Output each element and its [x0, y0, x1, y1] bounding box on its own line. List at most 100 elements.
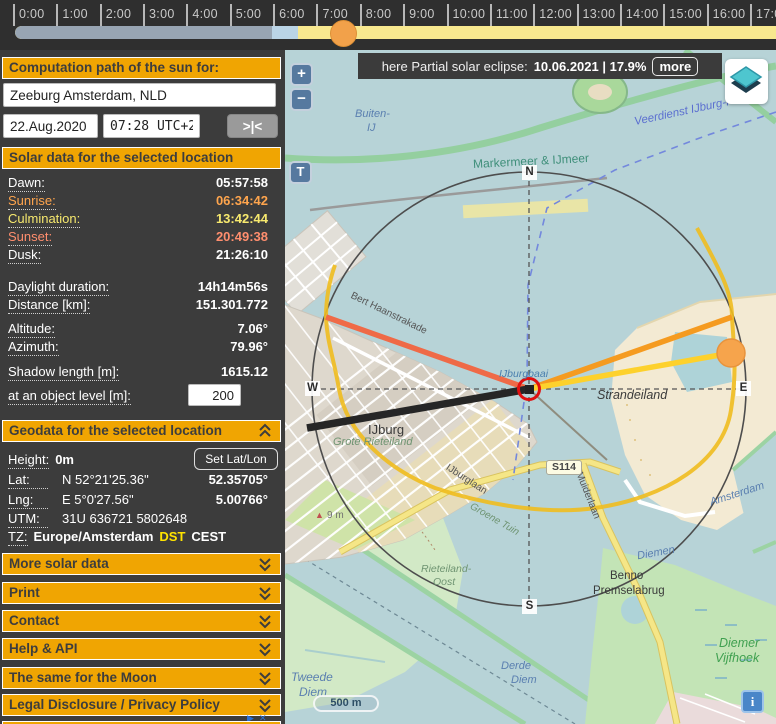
section-more-solar-data[interactable]: More solar data: [2, 553, 281, 575]
timeline-hour-label: 13:00: [583, 7, 616, 21]
timeline-hour-label: 0:00: [19, 7, 45, 21]
eclipse-more-button[interactable]: more: [652, 57, 698, 76]
object-level-label: at an object level [m]:: [8, 387, 131, 405]
compass-north: N: [522, 165, 537, 180]
time-slider-handle[interactable]: [330, 20, 357, 47]
timeline-tick: [707, 4, 709, 26]
road-badge-s114: S114: [546, 460, 582, 475]
lng-row: Lng: E 5°0'27.56" 5.00766°: [0, 491, 282, 509]
dusk-value: 21:26:10: [216, 246, 268, 264]
timeline-tick: [186, 4, 188, 26]
culmination-row: Culmination: 13:42:44: [0, 210, 282, 228]
timeline-hour-label: 1:00: [62, 7, 88, 21]
section-moon[interactable]: The same for the Moon: [2, 667, 281, 689]
layers-icon: [725, 59, 768, 104]
timeline-tick: [533, 4, 535, 26]
eclipse-text: here Partial solar eclipse:: [382, 59, 528, 74]
utm-value: 31U 636721 5802648: [62, 510, 187, 528]
set-latlon-button[interactable]: Set Lat/Lon: [194, 448, 278, 470]
utm-label: UTM:: [8, 510, 48, 528]
dusk-label: Dusk:: [8, 246, 41, 264]
eclipse-value: 10.06.2021 | 17.9%: [534, 59, 647, 74]
scale-bar: 500 m: [313, 695, 379, 712]
expand-down-icon: [258, 641, 272, 663]
timeline-tick: [663, 4, 665, 26]
timeline-tick: [316, 4, 318, 26]
altitude-row: Altitude: 7.06°: [0, 320, 282, 338]
eclipse-banner: here Partial solar eclipse: 10.06.2021 |…: [358, 53, 722, 79]
section-help-api[interactable]: Help & API: [2, 638, 281, 660]
altitude-label: Altitude:: [8, 320, 55, 338]
zoom-out-button[interactable]: −: [290, 88, 313, 111]
timeline-tick: [403, 4, 405, 26]
time-input[interactable]: [103, 114, 200, 138]
sunset-value: 20:49:38: [216, 228, 268, 246]
compass-south: S: [522, 599, 537, 614]
shadow-row: Shadow length [m]: 1615.12: [0, 363, 282, 381]
timeline-hour-label: 6:00: [279, 7, 305, 21]
section-legal[interactable]: Legal Disclosure / Privacy Policy: [2, 694, 281, 716]
section-contact[interactable]: Contact: [2, 610, 281, 632]
altitude-value: 7.06°: [237, 320, 268, 338]
sunset-label: Sunset:: [8, 228, 52, 246]
section-label: The same for the Moon: [9, 670, 157, 685]
azimuth-row: Azimuth: 79.96°: [0, 338, 282, 356]
timeline-tick: [143, 4, 145, 26]
utm-row: UTM: 31U 636721 5802648: [0, 510, 282, 528]
night-segment: [15, 26, 272, 39]
geodata-header[interactable]: Geodata for the selected location: [2, 420, 281, 442]
dst-badge: DST: [159, 528, 185, 546]
reset-time-button[interactable]: >|<: [227, 114, 278, 138]
timeline-hour-label: 7:00: [322, 7, 348, 21]
section-print[interactable]: Print: [2, 582, 281, 604]
sun-disc[interactable]: [717, 339, 745, 367]
dawn-label: Dawn:: [8, 174, 45, 192]
tz-abbr: CEST: [191, 528, 226, 546]
lng-decimal-value: 5.00766°: [216, 491, 268, 509]
time-slider-track[interactable]: [15, 26, 776, 39]
height-value: 0m: [55, 451, 74, 469]
timeline-hour-label: 11:00: [496, 7, 528, 21]
timeline-hour-label: 15:00: [669, 7, 702, 21]
culmination-label: Culmination:: [8, 210, 80, 228]
timeline-hour-label: 14:00: [626, 7, 659, 21]
section-label: Print: [9, 585, 40, 600]
terrain-button[interactable]: T: [289, 161, 312, 184]
dawn-row: Dawn: 05:57:58: [0, 174, 282, 192]
section-label: Legal Disclosure / Privacy Policy: [9, 697, 220, 712]
section-label: Help & API: [9, 641, 78, 656]
expand-down-icon: [258, 556, 272, 578]
daylight-row: Daylight duration: 14h14m56s: [0, 278, 282, 296]
tz-value: Europe/Amsterdam: [34, 528, 154, 546]
layers-button[interactable]: [725, 59, 768, 104]
section-label: Contact: [9, 613, 59, 628]
info-button[interactable]: i: [741, 690, 764, 713]
object-level-input[interactable]: [188, 384, 241, 406]
computation-header: Computation path of the sun for:: [2, 57, 281, 79]
timeline-hour-label: 5:00: [236, 7, 262, 21]
twilight-segment: [272, 26, 298, 39]
sunrise-value: 06:34:42: [216, 192, 268, 210]
timeline-tick: [100, 4, 102, 26]
timeline-tick: [230, 4, 232, 26]
solar-data-title: Solar data for the selected location: [9, 150, 233, 165]
pampus-fort: [588, 84, 612, 100]
timeline-tick: [360, 4, 362, 26]
tz-row: TZ: Europe/Amsterdam DST CEST: [0, 528, 282, 546]
dawn-value: 05:57:58: [216, 174, 268, 192]
timeline-hour-label: 16:00: [713, 7, 746, 21]
lat-decimal-value: 52.35705°: [209, 471, 268, 489]
location-marker: [525, 385, 534, 394]
expand-down-icon: [258, 613, 272, 635]
sidebar: Computation path of the sun for: >|< Sol…: [0, 50, 284, 724]
location-input[interactable]: [3, 83, 276, 107]
zoom-in-button[interactable]: +: [290, 63, 313, 86]
computation-title: Computation path of the sun for:: [9, 60, 219, 75]
shadow-value: 1615.12: [221, 363, 268, 381]
date-input[interactable]: [3, 114, 98, 138]
distance-value: 151.301.772: [196, 296, 268, 314]
map-canvas[interactable]: Buiten- IJ Markermeer & IJmeer Veerdiens…: [285, 50, 776, 724]
daylight-label: Daylight duration:: [8, 278, 109, 296]
azimuth-value: 79.96°: [230, 338, 268, 356]
lat-row: Lat: N 52°21'25.36" 52.35705°: [0, 471, 282, 489]
